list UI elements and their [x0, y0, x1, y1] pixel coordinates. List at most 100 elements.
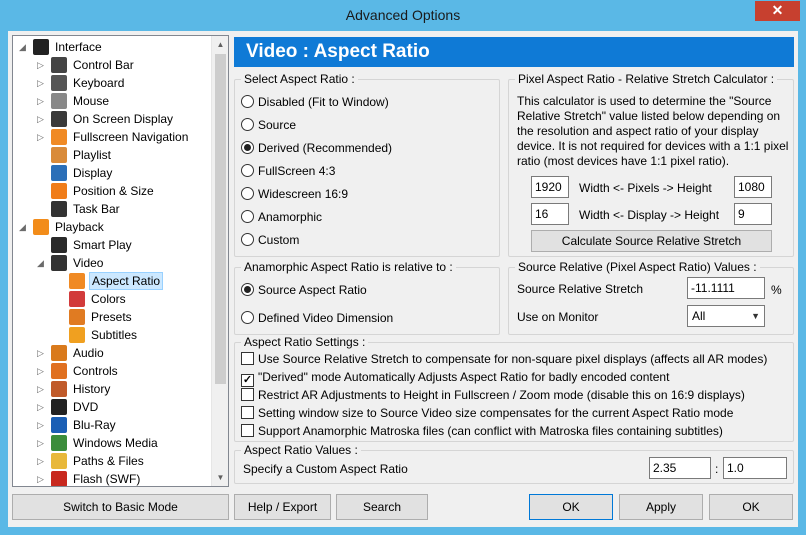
- radio-button-icon[interactable]: [241, 187, 254, 200]
- ar-setting-checkbox-row[interactable]: Support Anamorphic Matroska files (can c…: [241, 423, 723, 439]
- ar-setting-checkbox-row[interactable]: Setting window size to Source Video size…: [241, 405, 733, 421]
- switch-basic-mode-button[interactable]: Switch to Basic Mode: [12, 494, 229, 520]
- options-tree[interactable]: ▲ ▼ ◢ Interface ▷ Control Bar ▷ Keyboard ▷ Mous…: [12, 35, 229, 487]
- search-button[interactable]: Search: [336, 494, 428, 520]
- smart-play-icon: [51, 237, 67, 253]
- tree-item-label: Control Bar: [73, 58, 134, 72]
- taskbar-icon: [51, 201, 67, 217]
- anamorphic-option-label: Source Aspect Ratio: [258, 283, 367, 297]
- radio-button-icon[interactable]: [241, 164, 254, 177]
- anamorphic-option-label: Defined Video Dimension: [258, 311, 394, 325]
- radio-button-icon[interactable]: [241, 141, 254, 154]
- tree-item-label: Audio: [73, 346, 104, 360]
- aspect-ratio-option[interactable]: Disabled (Fit to Window): [241, 94, 389, 110]
- apply-button[interactable]: Apply: [619, 494, 703, 520]
- tree-item-label: Windows Media: [73, 436, 158, 450]
- anamorphic-option[interactable]: Source Aspect Ratio: [241, 282, 367, 298]
- aspect-ratio-option[interactable]: Widescreen 16:9: [241, 186, 348, 202]
- tree-item-label: Mouse: [73, 94, 110, 108]
- pixels-width-input[interactable]: 1920: [531, 176, 569, 198]
- aspect-ratio-option[interactable]: Anamorphic: [241, 209, 322, 225]
- aspect-ratio-option[interactable]: Derived (Recommended): [241, 140, 392, 156]
- stretch-value-input[interactable]: -11.1111: [687, 277, 765, 299]
- expand-arrow-icon[interactable]: ▷: [37, 416, 47, 434]
- radio-button-icon[interactable]: [241, 210, 254, 223]
- aspect-ratio-option-label: FullScreen 4:3: [258, 164, 336, 178]
- aspect-ratio-option-label: Widescreen 16:9: [258, 187, 349, 201]
- collapse-arrow-icon[interactable]: ◢: [19, 218, 29, 236]
- ok-confirm-button[interactable]: OK: [709, 494, 793, 520]
- custom-ar-value2-input[interactable]: 1.0: [723, 457, 787, 479]
- tree-item-label: Controls: [73, 364, 118, 378]
- display-height-input[interactable]: 9: [734, 203, 772, 225]
- expand-arrow-icon[interactable]: ▷: [37, 344, 47, 362]
- ar-setting-checkbox-row[interactable]: Restrict AR Adjustments to Height in Ful…: [241, 387, 745, 403]
- tree-scrollbar[interactable]: ▲ ▼: [211, 36, 228, 486]
- ar-setting-label: Setting window size to Source Video size…: [258, 406, 734, 420]
- aspect-ratio-values-group: Aspect Ratio Values : Specify a Custom A…: [234, 443, 794, 484]
- expand-arrow-icon[interactable]: ▷: [37, 128, 47, 146]
- scroll-down-arrow-icon[interactable]: ▼: [212, 469, 228, 486]
- close-button[interactable]: ✕: [755, 1, 800, 21]
- checkbox-icon[interactable]: [241, 406, 254, 419]
- pixels-height-input[interactable]: 1080: [734, 176, 772, 198]
- collapse-arrow-icon[interactable]: ◢: [37, 254, 47, 272]
- aspect-ratio-settings-legend: Aspect Ratio Settings :: [241, 335, 369, 349]
- expand-arrow-icon[interactable]: ▷: [37, 452, 47, 470]
- dialog-client-area: ▲ ▼ ◢ Interface ▷ Control Bar ▷ Keyboard ▷ Mous…: [8, 31, 798, 527]
- display-width-input[interactable]: 16: [531, 203, 569, 225]
- radio-button-icon[interactable]: [241, 233, 254, 246]
- expand-arrow-icon[interactable]: ▷: [37, 92, 47, 110]
- display-label: Width <- Display -> Height: [579, 208, 720, 222]
- ar-setting-label: Restrict AR Adjustments to Height in Ful…: [258, 388, 745, 402]
- expand-arrow-icon[interactable]: ▷: [37, 398, 47, 416]
- ok-button[interactable]: OK: [529, 494, 613, 520]
- video-icon: [51, 255, 67, 271]
- page-title: Video : Aspect Ratio: [234, 37, 794, 67]
- aspect-ratio-icon: [69, 273, 85, 289]
- tree-item-label: On Screen Display: [73, 112, 174, 126]
- monitor-label: Use on Monitor: [517, 310, 599, 324]
- stretch-label: Source Relative Stretch: [517, 282, 644, 296]
- checkbox-icon[interactable]: [241, 388, 254, 401]
- expand-arrow-icon[interactable]: ▷: [37, 56, 47, 74]
- aspect-ratio-option-label: Derived (Recommended): [258, 141, 393, 155]
- radio-button-icon[interactable]: [241, 118, 254, 131]
- scroll-thumb[interactable]: [215, 54, 226, 384]
- aspect-ratio-option[interactable]: Custom: [241, 232, 299, 248]
- ar-setting-checkbox-row[interactable]: Use Source Relative Stretch to compensat…: [241, 351, 767, 367]
- mouse-icon: [51, 93, 67, 109]
- expand-arrow-icon[interactable]: ▷: [37, 470, 47, 486]
- flash-icon: [51, 471, 67, 486]
- radio-button-icon[interactable]: [241, 283, 254, 296]
- custom-ar-value1-input[interactable]: 2.35: [649, 457, 711, 479]
- expand-arrow-icon[interactable]: ▷: [37, 110, 47, 128]
- controls-icon: [51, 363, 67, 379]
- scroll-up-arrow-icon[interactable]: ▲: [212, 36, 228, 53]
- aspect-ratio-option[interactable]: FullScreen 4:3: [241, 163, 335, 179]
- collapse-arrow-icon[interactable]: ◢: [19, 38, 29, 56]
- ar-setting-checkbox-row[interactable]: ✓ "Derived" mode Automatically Adjusts As…: [241, 369, 669, 387]
- checkbox-icon[interactable]: [241, 352, 254, 365]
- osd-icon: [51, 111, 67, 127]
- aspect-ratio-option-label: Anamorphic: [258, 210, 323, 224]
- expand-arrow-icon[interactable]: ▷: [37, 434, 47, 452]
- display-icon: [51, 165, 67, 181]
- aspect-ratio-settings-group: Aspect Ratio Settings : Use Source Relat…: [234, 335, 794, 442]
- monitor-select[interactable]: All ▼: [687, 305, 765, 327]
- custom-ar-separator: :: [715, 462, 719, 476]
- aspect-ratio-option[interactable]: Source: [241, 117, 296, 133]
- tree-item-label: Fullscreen Navigation: [73, 130, 189, 144]
- expand-arrow-icon[interactable]: ▷: [37, 362, 47, 380]
- anamorphic-option[interactable]: Defined Video Dimension: [241, 310, 393, 326]
- radio-button-icon[interactable]: [241, 311, 254, 324]
- radio-button-icon[interactable]: [241, 95, 254, 108]
- help-export-button[interactable]: Help / Export: [234, 494, 331, 520]
- colors-icon: [69, 291, 85, 307]
- monitor-select-value: All: [692, 309, 706, 323]
- checkbox-checked-icon[interactable]: ✓: [241, 374, 254, 387]
- calculate-stretch-button[interactable]: Calculate Source Relative Stretch: [531, 230, 772, 252]
- checkbox-icon[interactable]: [241, 424, 254, 437]
- expand-arrow-icon[interactable]: ▷: [37, 74, 47, 92]
- expand-arrow-icon[interactable]: ▷: [37, 380, 47, 398]
